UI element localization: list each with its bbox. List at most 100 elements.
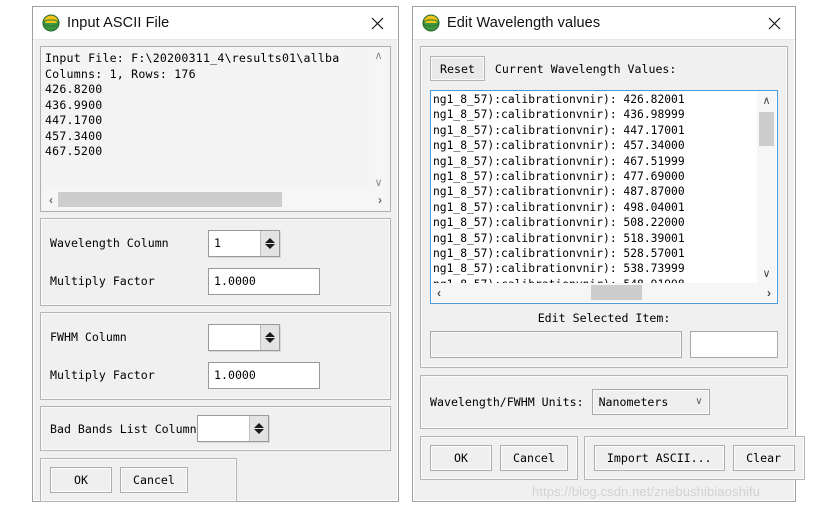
edit-selected-item-label: Edit Selected Item: [537, 311, 671, 325]
preview-line: 457.3400 [45, 128, 103, 143]
wavelength-list-group: Reset Current Wavelength Values: ng1_8_5… [420, 46, 788, 368]
chevron-down-icon: ∨ [695, 396, 703, 407]
scroll-right-icon[interactable]: › [373, 194, 387, 206]
scroll-up-icon[interactable]: ∧ [762, 92, 770, 110]
stepper-down-icon[interactable] [253, 429, 264, 434]
scroll-down-icon[interactable]: ∨ [374, 178, 382, 189]
fwhm-column-value[interactable] [209, 324, 260, 350]
edit-dialog-titlebar: Edit Wavelength values [413, 7, 795, 40]
fwhm-column-group: FWHM Column Multiply Factor 1.0000 [40, 312, 391, 400]
bad-bands-group: Bad Bands List Column [40, 406, 391, 451]
close-icon[interactable] [757, 8, 791, 38]
stepper-up-icon[interactable] [265, 237, 275, 243]
wavelength-multiply-row: Multiply Factor 1.0000 [50, 267, 381, 295]
reset-button[interactable]: Reset [430, 56, 485, 81]
scroll-right-icon[interactable]: › [762, 286, 776, 300]
units-dropdown[interactable]: Nanometers ∨ [591, 389, 710, 415]
list-item[interactable]: ng1_8_57):calibrationvnir): 436.98999 [432, 107, 757, 122]
fwhm-multiply-label: Multiply Factor [50, 368, 155, 382]
ascii-preview-text[interactable]: Input File: F:\20200311_4\results01\allb… [45, 51, 368, 189]
list-item[interactable]: ng1_8_57):calibrationvnir): 518.39001 [432, 231, 757, 246]
screen-root: Input ASCII File Input File: F:\20200311… [0, 0, 827, 508]
list-item[interactable]: ng1_8_57):calibrationvnir): 467.51999 [432, 154, 757, 169]
stepper-down-icon[interactable] [265, 337, 275, 343]
stepper-up-icon[interactable] [253, 423, 264, 428]
list-item[interactable]: ng1_8_57):calibrationvnir): 447.17001 [432, 123, 757, 138]
wavelength-list-items[interactable]: ng1_8_57):calibrationvnir): 426.82001 ng… [432, 92, 757, 283]
input-dialog-body: Input File: F:\20200311_4\results01\allb… [33, 40, 398, 508]
close-icon[interactable] [360, 8, 394, 38]
list-hscroll-thumb[interactable] [591, 285, 642, 300]
units-selected-value: Nanometers [598, 395, 669, 409]
list-hscroll-track[interactable] [446, 285, 762, 300]
wavelength-column-stepper[interactable]: 1 [208, 229, 280, 257]
wavelength-column-group: Wavelength Column 1 Multiply Factor 1.00… [40, 218, 391, 306]
units-label: Wavelength/FWHM Units: [430, 395, 584, 409]
input-dialog-title: Input ASCII File [67, 15, 170, 31]
scroll-up-icon[interactable]: ∧ [374, 51, 382, 62]
bad-bands-value[interactable] [197, 416, 249, 441]
scroll-down-icon[interactable]: ∨ [762, 265, 770, 283]
edit-selected-secondary-input[interactable] [690, 331, 778, 358]
scroll-left-icon[interactable]: ‹ [44, 194, 58, 206]
list-item[interactable]: ng1_8_57):calibrationvnir): 477.69000 [432, 169, 757, 184]
edit-dialog-body: Reset Current Wavelength Values: ng1_8_5… [413, 40, 805, 487]
edit-dialog-import-group: Import ASCII... Clear [583, 436, 805, 480]
edit-selected-item-fields [430, 331, 778, 358]
bad-bands-label: Bad Bands List Column [50, 421, 197, 436]
preview-vscroll-track[interactable] [369, 62, 388, 178]
cancel-button[interactable]: Cancel [500, 445, 568, 471]
fwhm-multiply-input[interactable]: 1.0000 [208, 361, 320, 389]
clear-button[interactable]: Clear [732, 445, 795, 471]
list-item[interactable]: ng1_8_57):calibrationvnir): 538.73999 [432, 261, 757, 276]
units-group: Wavelength/FWHM Units: Nanometers ∨ [420, 375, 788, 429]
preview-line: Input File: F:\20200311_4\results01\allb… [45, 51, 340, 65]
envi-globe-icon [42, 14, 60, 32]
list-item[interactable]: ng1_8_57):calibrationvnir): 487.87000 [432, 184, 757, 199]
list-vscroll-track[interactable] [757, 110, 776, 265]
wavelength-values-listbox[interactable]: ng1_8_57):calibrationvnir): 426.82001 ng… [430, 90, 778, 304]
import-ascii-button[interactable]: Import ASCII... [593, 445, 725, 471]
cancel-button[interactable]: Cancel [120, 467, 188, 493]
fwhm-column-row: FWHM Column [50, 323, 381, 351]
list-item[interactable]: ng1_8_57):calibrationvnir): 528.57001 [432, 246, 757, 261]
preview-line: 447.1700 [45, 113, 103, 127]
fwhm-multiply-row: Multiply Factor 1.0000 [50, 361, 381, 389]
preview-line: Columns: 1, Rows: 176 [45, 66, 196, 81]
list-vertical-scrollbar[interactable]: ∧ ∨ [757, 92, 776, 283]
fwhm-column-stepper[interactable] [208, 323, 280, 351]
wavelength-column-value[interactable]: 1 [209, 230, 260, 256]
preview-horizontal-scrollbar[interactable]: ‹ › [44, 190, 387, 209]
preview-line: 426.8200 [45, 82, 103, 96]
stepper-arrows-icon[interactable] [248, 416, 268, 441]
envi-globe-icon [422, 14, 440, 32]
wavelength-multiply-label: Multiply Factor [50, 274, 155, 288]
stepper-up-icon[interactable] [265, 331, 275, 337]
stepper-arrows-icon[interactable] [260, 324, 279, 350]
preview-hscroll-track[interactable] [58, 192, 373, 207]
ok-button[interactable]: OK [50, 467, 112, 493]
list-item[interactable]: ng1_8_57):calibrationvnir): 498.04001 [432, 200, 757, 215]
list-item[interactable]: ng1_8_57):calibrationvnir): 457.34000 [432, 138, 757, 153]
preview-hscroll-thumb[interactable] [58, 192, 282, 207]
input-dialog-titlebar: Input ASCII File [33, 7, 398, 40]
bad-bands-stepper[interactable] [196, 415, 269, 442]
preview-line: 467.5200 [45, 144, 103, 158]
list-item[interactable]: ng1_8_57):calibrationvnir): 426.82001 [432, 92, 757, 107]
stepper-down-icon[interactable] [265, 243, 275, 249]
wavelength-multiply-input[interactable]: 1.0000 [208, 267, 320, 295]
stepper-arrows-icon[interactable] [260, 230, 279, 256]
ascii-preview-panel: Input File: F:\20200311_4\results01\allb… [40, 46, 391, 212]
scroll-left-icon[interactable]: ‹ [432, 286, 446, 300]
list-horizontal-scrollbar[interactable]: ‹ › [432, 283, 776, 302]
wavelength-column-row: Wavelength Column 1 [50, 229, 381, 257]
list-vscroll-thumb[interactable] [759, 112, 774, 146]
preview-vertical-scrollbar[interactable]: ∧ ∨ [369, 49, 388, 191]
wavelength-column-label: Wavelength Column [50, 236, 169, 250]
edit-dialog-confirm-group: OK Cancel [420, 436, 578, 480]
ok-button[interactable]: OK [430, 445, 492, 471]
edit-selected-primary-input[interactable] [430, 331, 682, 358]
input-ascii-file-dialog: Input ASCII File Input File: F:\20200311… [32, 6, 399, 502]
list-item[interactable]: ng1_8_57):calibrationvnir): 508.22000 [432, 215, 757, 230]
current-wavelength-values-label: Current Wavelength Values: [494, 61, 677, 76]
